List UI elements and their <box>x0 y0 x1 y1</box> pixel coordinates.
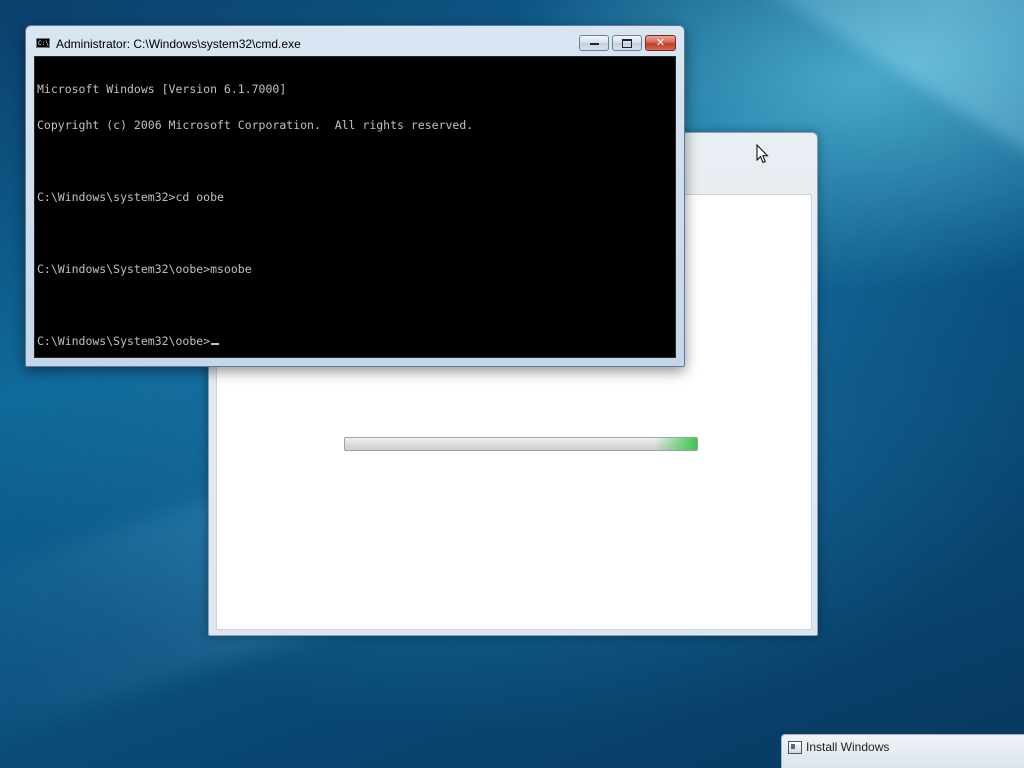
console-line: Microsoft Windows [Version 6.1.7000] <box>37 82 287 96</box>
window-icon <box>788 741 802 754</box>
window-title: Administrator: C:\Windows\system32\cmd.e… <box>56 37 301 51</box>
taskbar-item-label: Install Windows <box>806 740 890 754</box>
maximize-button[interactable] <box>612 35 642 51</box>
setup-progress-fill <box>654 438 697 450</box>
console-output[interactable]: Microsoft Windows [Version 6.1.7000] Cop… <box>34 56 676 358</box>
install-windows-taskbar-item[interactable]: Install Windows <box>781 734 1024 768</box>
command-prompt-window[interactable]: C:\ Administrator: C:\Windows\system32\c… <box>25 25 685 367</box>
title-bar[interactable]: C:\ Administrator: C:\Windows\system32\c… <box>26 26 684 56</box>
close-icon: ✕ <box>655 36 666 49</box>
minimize-icon <box>589 43 599 45</box>
setup-progress-bar <box>344 437 698 451</box>
minimize-button[interactable] <box>579 35 609 51</box>
close-button[interactable]: ✕ <box>645 35 676 51</box>
maximize-icon <box>622 39 632 48</box>
text-cursor <box>211 343 220 345</box>
cmd-icon: C:\ <box>36 38 50 48</box>
console-prompt-line[interactable]: C:\Windows\System32\oobe> <box>37 335 673 347</box>
console-prompt: C:\Windows\System32\oobe> <box>37 334 211 348</box>
console-line: C:\Windows\system32>cd oobe <box>37 190 224 204</box>
console-line: Copyright (c) 2006 Microsoft Corporation… <box>37 118 474 132</box>
mouse-pointer-icon <box>756 144 769 164</box>
console-line: C:\Windows\System32\oobe>msoobe <box>37 262 252 276</box>
